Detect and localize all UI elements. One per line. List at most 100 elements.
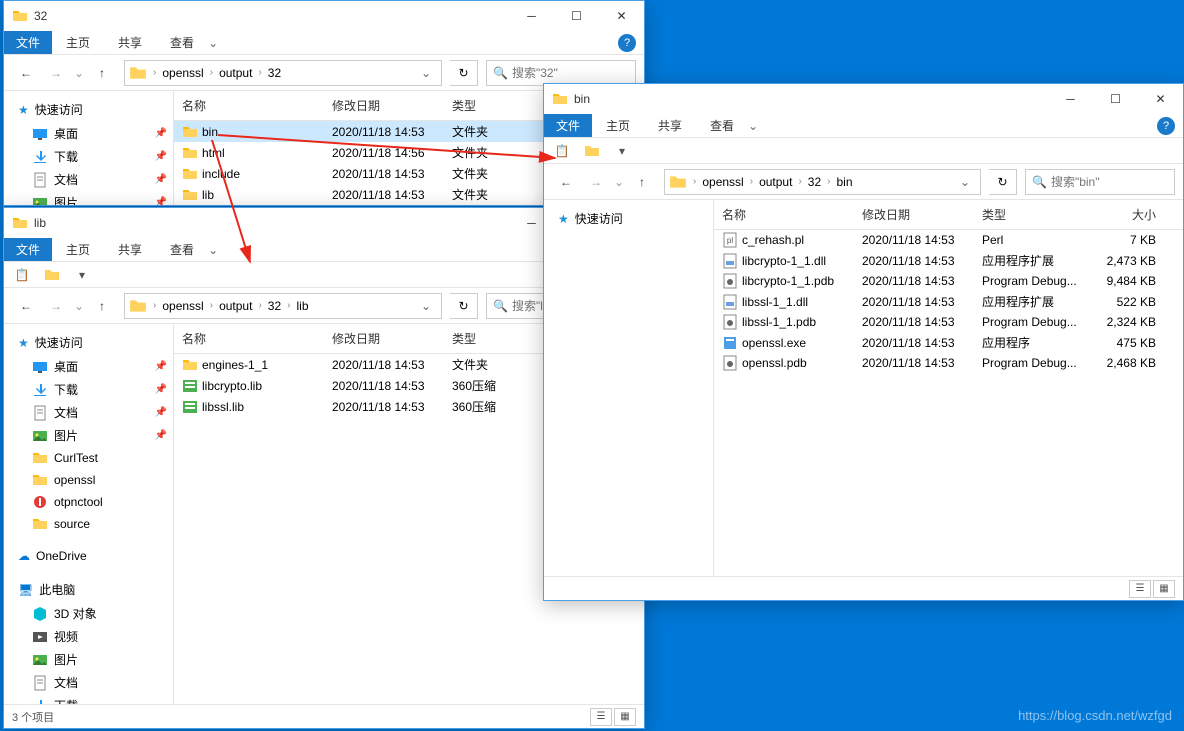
view-details-button[interactable]: ☰ [590, 708, 612, 726]
col-type[interactable]: 类型 [444, 330, 544, 347]
col-name[interactable]: 名称 [174, 97, 324, 114]
titlebar[interactable]: 32 ─ ☐ ✕ [4, 1, 644, 31]
file-row[interactable]: libcrypto-1_1.pdb2020/11/18 14:53Program… [714, 271, 1183, 291]
sidebar-item[interactable]: 桌面📌 [4, 355, 173, 378]
search-input[interactable] [1051, 175, 1168, 189]
breadcrumb-dropdown-icon[interactable]: ⌄ [415, 299, 437, 313]
sidebar-item[interactable]: 文档📌 [4, 401, 173, 424]
tab-share[interactable]: 共享 [644, 113, 696, 138]
forward-button[interactable]: → [42, 59, 70, 87]
col-name[interactable]: 名称 [174, 330, 324, 347]
sidebar-item[interactable]: 文档 [4, 671, 173, 694]
sidebar-item[interactable]: 3D 对象 [4, 602, 173, 625]
sidebar-quick-access[interactable]: ★ 快速访问 [4, 97, 173, 122]
col-date[interactable]: 修改日期 [324, 97, 444, 114]
col-name[interactable]: 名称 [714, 206, 854, 223]
tab-file[interactable]: 文件 [4, 238, 52, 261]
forward-button[interactable]: → [582, 168, 610, 196]
maximize-button[interactable]: ☐ [1093, 84, 1138, 114]
dropdown-icon[interactable]: ▾ [610, 140, 634, 162]
dropdown-icon[interactable]: ▾ [70, 264, 94, 286]
sidebar-item[interactable]: source [4, 513, 173, 535]
breadcrumb-seg[interactable]: output [215, 299, 256, 313]
sidebar-item[interactable]: 下载📌 [4, 378, 173, 401]
minimize-button[interactable]: ─ [509, 1, 554, 31]
up-button[interactable]: ↑ [88, 59, 116, 87]
column-headers[interactable]: 名称 修改日期 类型 大小 [714, 200, 1183, 230]
view-icons-button[interactable]: ▦ [614, 708, 636, 726]
new-folder-icon[interactable] [40, 264, 64, 286]
search-box[interactable]: 🔍 [1025, 169, 1175, 195]
breadcrumb-seg[interactable]: 32 [264, 66, 285, 80]
minimize-button[interactable]: ─ [1048, 84, 1093, 114]
sidebar-item[interactable]: 桌面📌 [4, 122, 173, 145]
file-row[interactable]: plc_rehash.pl2020/11/18 14:53Perl7 KB [714, 230, 1183, 250]
breadcrumb-dropdown-icon[interactable]: ⌄ [954, 175, 976, 189]
breadcrumb-seg[interactable]: 32 [804, 175, 825, 189]
tab-view[interactable]: 查看 [156, 30, 208, 55]
help-icon[interactable]: ? [1157, 117, 1175, 135]
ribbon-collapse-icon[interactable]: ⌄ [208, 36, 218, 50]
back-button[interactable]: ← [552, 168, 580, 196]
up-button[interactable]: ↑ [628, 168, 656, 196]
recent-dropdown-icon[interactable]: ⌄ [72, 59, 86, 87]
search-input[interactable] [512, 66, 629, 80]
sidebar-onedrive[interactable]: ☁ OneDrive [4, 545, 173, 567]
breadcrumb[interactable]: › openssl› output› 32› bin ⌄ [664, 169, 981, 195]
breadcrumb-seg[interactable]: openssl [158, 299, 207, 313]
recent-dropdown-icon[interactable]: ⌄ [612, 168, 626, 196]
file-row[interactable]: libcrypto-1_1.dll2020/11/18 14:53应用程序扩展2… [714, 250, 1183, 271]
help-icon[interactable]: ? [618, 34, 636, 52]
tab-share[interactable]: 共享 [104, 30, 156, 55]
breadcrumb-seg[interactable]: output [755, 175, 796, 189]
titlebar[interactable]: bin ─ ☐ ✕ [544, 84, 1183, 114]
sidebar-quick-access[interactable]: ★ 快速访问 [544, 206, 713, 231]
close-button[interactable]: ✕ [1138, 84, 1183, 114]
sidebar-this-pc[interactable]: 🖥 此电脑 [4, 577, 173, 602]
tab-home[interactable]: 主页 [52, 237, 104, 262]
ribbon-collapse-icon[interactable]: ⌄ [748, 119, 758, 133]
sidebar-item[interactable]: openssl [4, 469, 173, 491]
col-date[interactable]: 修改日期 [854, 206, 974, 223]
sidebar-item[interactable]: 图片📌 [4, 424, 173, 447]
view-icons-button[interactable]: ▦ [1153, 580, 1175, 598]
refresh-button[interactable]: ↻ [450, 293, 478, 319]
tab-file[interactable]: 文件 [4, 31, 52, 54]
breadcrumb-dropdown-icon[interactable]: ⌄ [415, 66, 437, 80]
breadcrumb[interactable]: › openssl› output› 32› lib ⌄ [124, 293, 442, 319]
tab-share[interactable]: 共享 [104, 237, 156, 262]
sidebar-item[interactable]: 视频 [4, 625, 173, 648]
sidebar-item[interactable]: 下载 [4, 694, 173, 704]
forward-button[interactable]: → [42, 292, 70, 320]
maximize-button[interactable]: ☐ [554, 1, 599, 31]
recent-dropdown-icon[interactable]: ⌄ [72, 292, 86, 320]
file-row[interactable]: libssl-1_1.pdb2020/11/18 14:53Program De… [714, 312, 1183, 332]
view-details-button[interactable]: ☰ [1129, 580, 1151, 598]
breadcrumb-seg[interactable]: openssl [698, 175, 747, 189]
tab-file[interactable]: 文件 [544, 114, 592, 137]
back-button[interactable]: ← [12, 59, 40, 87]
file-row[interactable]: openssl.exe2020/11/18 14:53应用程序475 KB [714, 332, 1183, 353]
properties-icon[interactable]: 📋 [550, 140, 574, 162]
tab-view[interactable]: 查看 [696, 113, 748, 138]
sidebar-item[interactable]: CurlTest [4, 447, 173, 469]
refresh-button[interactable]: ↻ [989, 169, 1017, 195]
ribbon-collapse-icon[interactable]: ⌄ [208, 243, 218, 257]
up-button[interactable]: ↑ [88, 292, 116, 320]
search-box[interactable]: 🔍 [486, 60, 636, 86]
sidebar-item[interactable]: 图片📌 [4, 191, 173, 205]
tab-home[interactable]: 主页 [52, 30, 104, 55]
back-button[interactable]: ← [12, 292, 40, 320]
breadcrumb-seg[interactable]: 32 [264, 299, 285, 313]
breadcrumb[interactable]: › openssl› output› 32 ⌄ [124, 60, 442, 86]
refresh-button[interactable]: ↻ [450, 60, 478, 86]
file-row[interactable]: libssl-1_1.dll2020/11/18 14:53应用程序扩展522 … [714, 291, 1183, 312]
col-type[interactable]: 类型 [974, 206, 1094, 223]
close-button[interactable]: ✕ [599, 1, 644, 31]
col-date[interactable]: 修改日期 [324, 330, 444, 347]
sidebar-item[interactable]: 图片 [4, 648, 173, 671]
sidebar-item[interactable]: 文档📌 [4, 168, 173, 191]
sidebar-item[interactable]: 下载📌 [4, 145, 173, 168]
col-size[interactable]: 大小 [1094, 206, 1164, 223]
properties-icon[interactable]: 📋 [10, 264, 34, 286]
